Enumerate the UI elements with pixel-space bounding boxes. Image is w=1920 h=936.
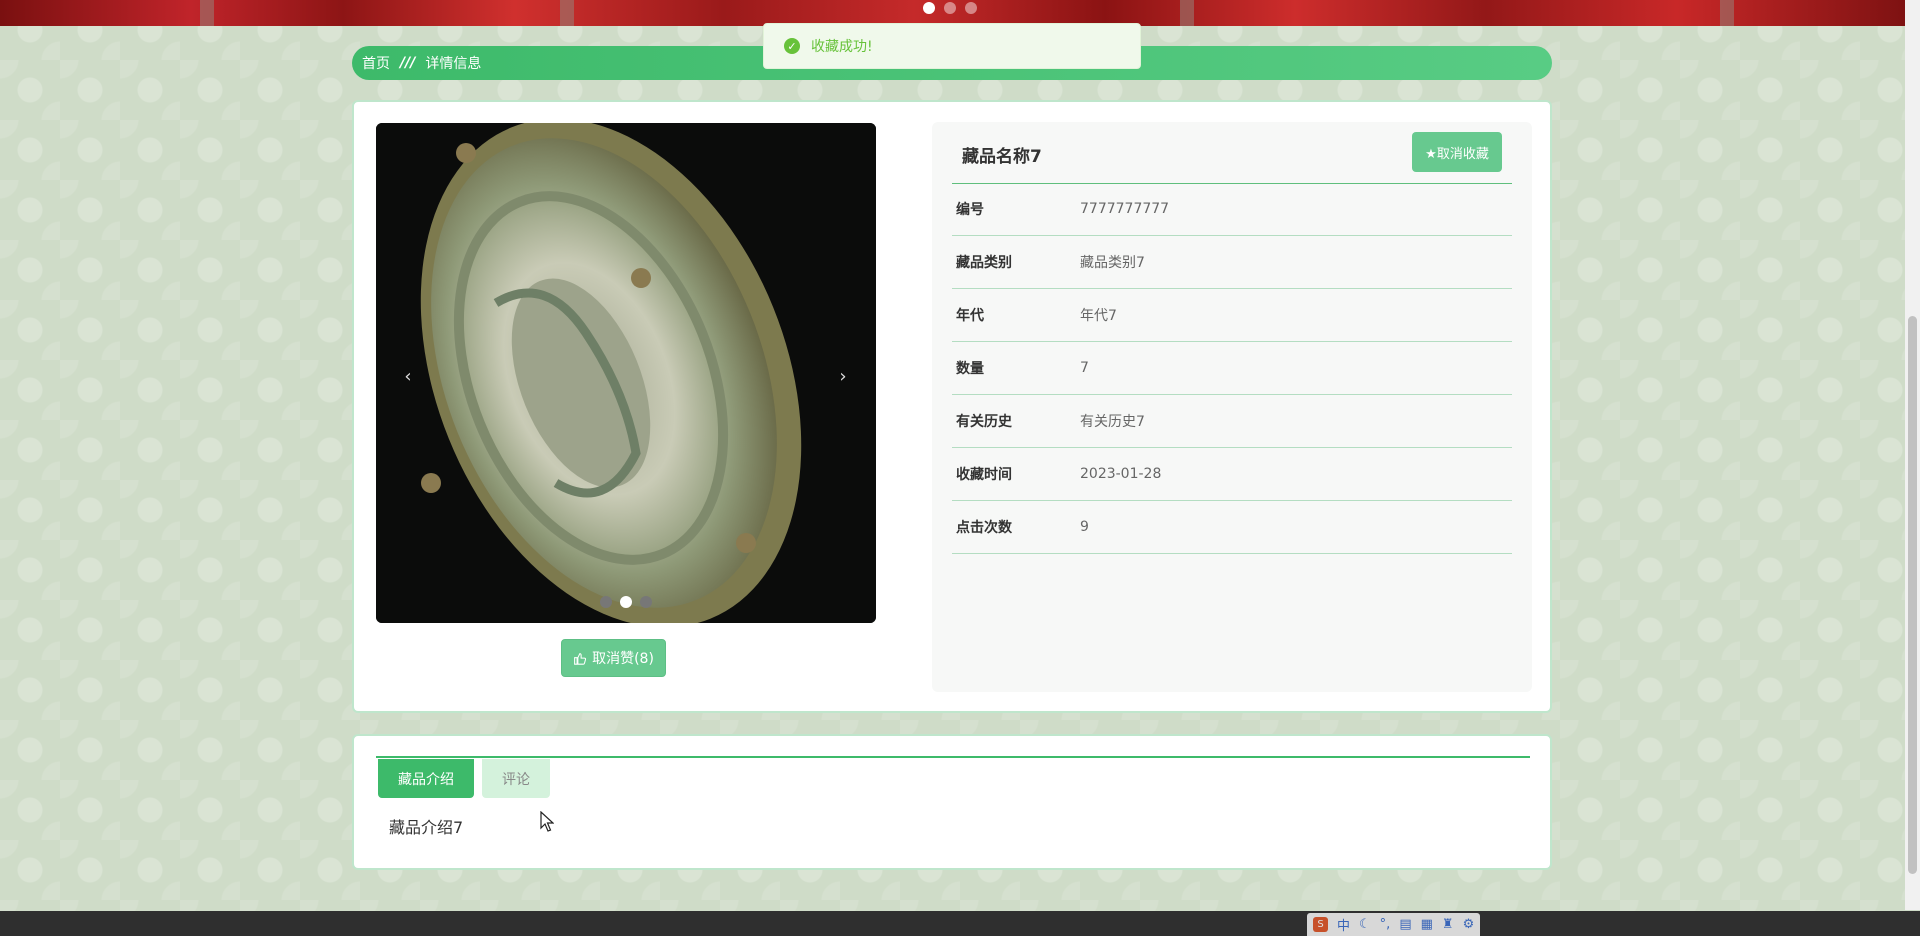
info-value: 2023-01-28	[1080, 466, 1162, 482]
info-row-quantity: 数量 7	[952, 342, 1512, 395]
info-row-era: 年代 年代7	[952, 289, 1512, 342]
moon-icon[interactable]: ☾	[1359, 917, 1371, 932]
info-box: 藏品名称7 ★取消收藏 编号 7777777777 藏品类别 藏品类别7 年代 …	[932, 122, 1532, 692]
carousel-indicators	[600, 596, 652, 608]
info-header: 藏品名称7 ★取消收藏	[952, 122, 1512, 184]
info-row-number: 编号 7777777777	[952, 183, 1512, 236]
image-carousel: ‹ ›	[376, 123, 876, 623]
banner-dot[interactable]	[965, 2, 977, 14]
info-label: 有关历史	[956, 414, 1012, 430]
info-row-click-count: 点击次数 9	[952, 501, 1512, 554]
info-table: 编号 7777777777 藏品类别 藏品类别7 年代 年代7 数量 7 有关历…	[952, 183, 1512, 554]
thumbs-up-icon	[574, 652, 587, 665]
ime-logo-icon: S	[1313, 917, 1328, 932]
page-scrollbar[interactable]	[1905, 0, 1920, 910]
breadcrumb-separator: ///	[400, 55, 416, 71]
tab-comments[interactable]: 评论	[482, 759, 550, 798]
tabs-panel: 藏品介绍 评论 藏品介绍7	[352, 734, 1552, 870]
info-value: 有关历史7	[1080, 414, 1145, 430]
page-footer	[0, 911, 1920, 936]
banner-tree-trunk	[200, 0, 214, 26]
keyboard-icon[interactable]: ▤	[1399, 917, 1411, 932]
info-value: 7	[1080, 360, 1089, 376]
info-row-history: 有关历史 有关历史7	[952, 395, 1512, 448]
banner-indicators	[923, 2, 977, 14]
info-row-category: 藏品类别 藏品类别7	[952, 236, 1512, 289]
tab-content: 藏品介绍7	[389, 818, 464, 837]
ime-toolbar[interactable]: S 中 ☾ °, ▤ ▦ ♜ ⚙	[1307, 913, 1481, 936]
success-toast: ✓ 收藏成功!	[763, 23, 1141, 69]
info-value: 9	[1080, 519, 1089, 535]
scrollbar-thumb[interactable]	[1908, 316, 1917, 874]
tab-introduction[interactable]: 藏品介绍	[378, 759, 474, 798]
unlike-button[interactable]: 取消赞(8)	[561, 639, 666, 677]
info-label: 数量	[956, 361, 984, 377]
carousel-prev-button[interactable]: ‹	[390, 358, 426, 394]
gear-icon[interactable]: ⚙	[1463, 917, 1475, 932]
toast-message: 收藏成功!	[811, 39, 873, 55]
info-label: 点击次数	[956, 520, 1012, 536]
info-label: 编号	[956, 202, 984, 218]
relic-image	[376, 123, 876, 623]
info-label: 年代	[956, 308, 984, 324]
info-value: 7777777777	[1080, 201, 1170, 217]
info-value: 年代7	[1080, 308, 1117, 324]
mouse-cursor-icon	[540, 811, 554, 832]
banner-dot[interactable]	[923, 2, 935, 14]
check-circle-icon: ✓	[784, 38, 800, 54]
toolbox-icon[interactable]: ▦	[1421, 917, 1433, 932]
info-label: 收藏时间	[956, 467, 1012, 483]
banner-tree-trunk	[560, 0, 574, 26]
carousel-dot[interactable]	[640, 596, 652, 608]
banner-tree-trunk	[1180, 0, 1194, 26]
carousel-dot[interactable]	[620, 596, 632, 608]
carousel-next-button[interactable]: ›	[825, 358, 861, 394]
info-value: 藏品类别7	[1080, 255, 1145, 271]
banner-tree-trunk	[1720, 0, 1734, 26]
info-label: 藏品类别	[956, 255, 1012, 271]
ime-mode-label[interactable]: 中	[1337, 915, 1350, 934]
breadcrumb-current: 详情信息	[425, 56, 482, 72]
shirt-icon[interactable]: ♜	[1442, 917, 1454, 932]
item-title: 藏品名称7	[962, 147, 1042, 167]
tabs-divider	[376, 756, 1530, 758]
unfavorite-button[interactable]: ★取消收藏	[1412, 132, 1502, 172]
unlike-button-label: 取消赞(8)	[592, 651, 654, 667]
detail-panel: ‹ › 取消赞(8) 藏品名称7 ★取消收藏 编号 7777777777 藏品类…	[352, 100, 1552, 713]
punctuation-icon[interactable]: °,	[1380, 917, 1391, 932]
banner-dot[interactable]	[944, 2, 956, 14]
breadcrumb-home-link[interactable]: 首页	[362, 53, 390, 73]
info-row-collect-time: 收藏时间 2023-01-28	[952, 448, 1512, 501]
carousel-dot[interactable]	[600, 596, 612, 608]
